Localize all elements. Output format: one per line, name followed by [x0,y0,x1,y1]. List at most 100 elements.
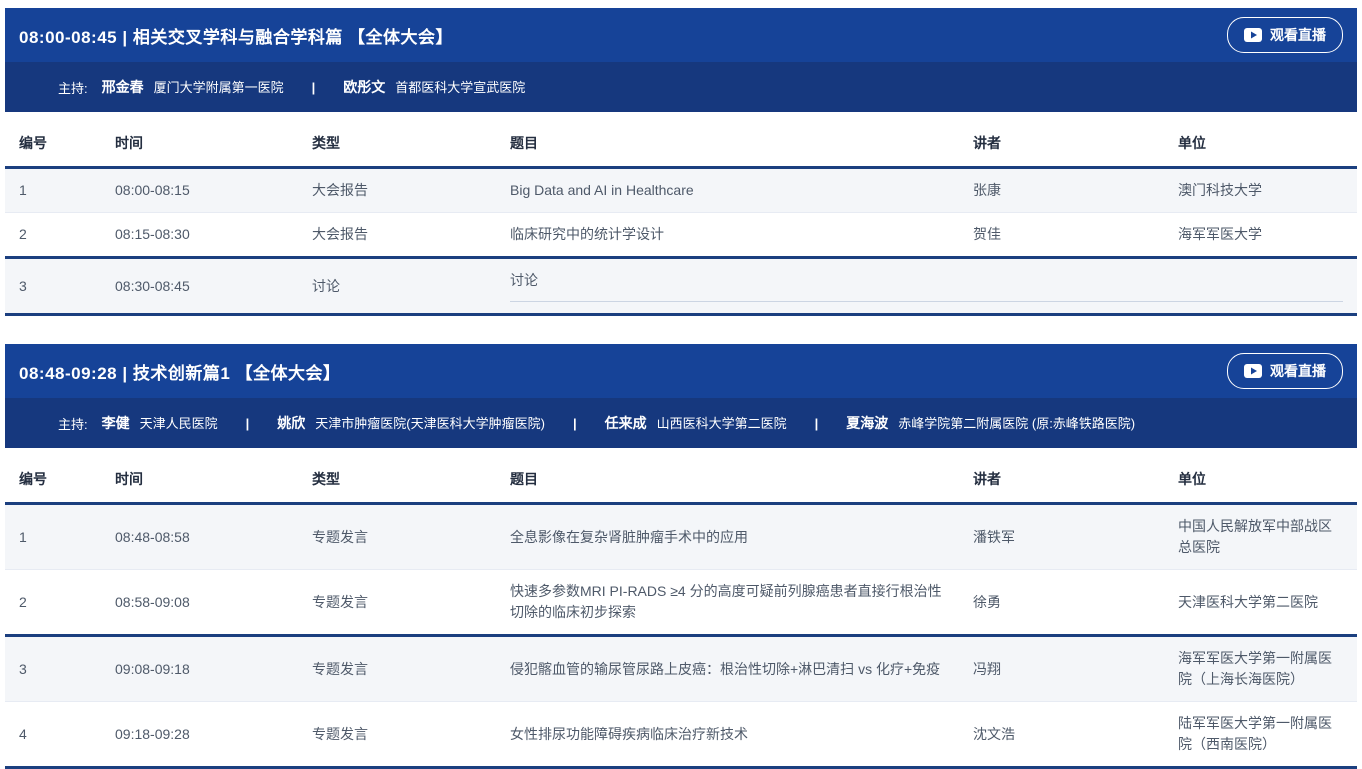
moderator: 邢金春厦门大学附属第一医院 [102,77,284,97]
column-header: 类型 [298,118,496,168]
cell-unit: 中国人民解放军中部战区总医院 [1164,504,1357,570]
cell-speaker: 冯翔 [959,636,1164,702]
session-block: 08:00-08:45 | 相关交叉学科与融合学科篇 【全体大会】 观看直播 主… [5,8,1357,316]
moderator: 李健天津人民医院 [102,413,218,433]
column-header: 时间 [101,454,298,504]
session-title: 08:00-08:45 | 相关交叉学科与融合学科篇 【全体大会】 [19,23,453,48]
play-icon [1244,364,1262,378]
moderator: 欧彤文首都医科大学宣武医院 [343,77,525,97]
moderator: 夏海波赤峰学院第二附属医院 (原:赤峰铁路医院) [846,413,1135,433]
session-header: 08:00-08:45 | 相关交叉学科与融合学科篇 【全体大会】 观看直播 [5,8,1357,62]
moderator-affiliation: 山西医科大学第二医院 [657,413,787,432]
moderator-name: 任来成 [605,413,647,433]
moderator-affiliation: 首都医科大学宣武医院 [395,77,525,96]
agenda-row: 108:00-08:15大会报告Big Data and AI in Healt… [5,168,1357,213]
moderator-separator: | [815,416,819,431]
moderator-name: 李健 [102,413,130,433]
conference-schedule-page: 08:00-08:45 | 相关交叉学科与融合学科篇 【全体大会】 观看直播 主… [0,0,1362,769]
cell-title: 全息影像在复杂肾脏肿瘤手术中的应用 [496,504,959,570]
moderator: 任来成山西医科大学第二医院 [605,413,787,433]
moderator-bar: 主持: 李健天津人民医院 | 姚欣天津市肿瘤医院(天津医科大学肿瘤医院) | 任来成山西… [5,398,1357,448]
moderator-name: 欧彤文 [343,77,385,97]
cell-unit: 海军军医大学 [1164,213,1357,258]
moderator-separator: | [246,416,250,431]
cell-type: 专题发言 [298,702,496,768]
cell-time: 08:48-08:58 [101,504,298,570]
column-header: 类型 [298,454,496,504]
session-table: 编号时间类型题目讲者单位 108:00-08:15大会报告Big Data an… [5,118,1357,316]
column-header: 题目 [496,454,959,504]
moderator-separator: | [312,80,316,95]
session-block: 08:48-09:28 | 技术创新篇1 【全体大会】 观看直播 主持: 李健天… [5,344,1357,769]
cell-speaker: 沈文浩 [959,702,1164,768]
cell-title: 女性排尿功能障碍疾病临床治疗新技术 [496,702,959,768]
cell-time: 08:58-09:08 [101,570,298,636]
agenda-row: 208:58-09:08专题发言快速多参数MRI PI-RADS ≥4 分的高度… [5,570,1357,636]
cell-discussion: 讨论 [496,258,1357,315]
cell-type: 大会报告 [298,168,496,213]
cell-speaker: 张康 [959,168,1164,213]
cell-number: 1 [5,168,101,213]
cell-speaker: 贺佳 [959,213,1164,258]
cell-title: Big Data and AI in Healthcare [496,168,959,213]
cell-unit: 海军军医大学第一附属医院（上海长海医院） [1164,636,1357,702]
moderator-affiliation: 赤峰学院第二附属医院 (原:赤峰铁路医院) [898,413,1135,432]
column-header: 时间 [101,118,298,168]
session-header: 08:48-09:28 | 技术创新篇1 【全体大会】 观看直播 [5,344,1357,398]
moderator-name: 邢金春 [102,77,144,97]
moderator-prefix-label: 主持: [58,414,88,433]
agenda-row: 308:30-08:45讨论讨论 [5,258,1357,315]
cell-unit: 天津医科大学第二医院 [1164,570,1357,636]
watch-live-label: 观看直播 [1270,25,1326,45]
watch-live-label: 观看直播 [1270,361,1326,381]
discussion-text: 讨论 [510,270,1343,302]
cell-type: 讨论 [298,258,496,315]
cell-type: 专题发言 [298,504,496,570]
cell-time: 09:18-09:28 [101,702,298,768]
cell-type: 大会报告 [298,213,496,258]
column-header: 讲者 [959,454,1164,504]
moderator-name: 夏海波 [846,413,888,433]
agenda-row: 309:08-09:18专题发言侵犯髂血管的输尿管尿路上皮癌：根治性切除+淋巴清… [5,636,1357,702]
session-title: 08:48-09:28 | 技术创新篇1 【全体大会】 [19,359,341,384]
cell-number: 2 [5,213,101,258]
cell-unit: 陆军军医大学第一附属医院（西南医院） [1164,702,1357,768]
session-table: 编号时间类型题目讲者单位 108:48-08:58专题发言全息影像在复杂肾脏肿瘤… [5,454,1357,769]
column-header: 编号 [5,454,101,504]
cell-time: 08:15-08:30 [101,213,298,258]
play-icon [1244,28,1262,42]
moderator-list: 李健天津人民医院 | 姚欣天津市肿瘤医院(天津医科大学肿瘤医院) | 任来成山西医科大学… [102,413,1136,433]
moderator: 姚欣天津市肿瘤医院(天津医科大学肿瘤医院) [277,413,545,433]
cell-time: 08:30-08:45 [101,258,298,315]
moderator-affiliation: 天津市肿瘤医院(天津医科大学肿瘤医院) [315,413,545,432]
cell-speaker: 徐勇 [959,570,1164,636]
column-header: 单位 [1164,118,1357,168]
cell-speaker: 潘铁军 [959,504,1164,570]
column-header: 讲者 [959,118,1164,168]
cell-number: 4 [5,702,101,768]
watch-live-button[interactable]: 观看直播 [1227,353,1343,389]
watch-live-button[interactable]: 观看直播 [1227,17,1343,53]
moderator-affiliation: 厦门大学附属第一医院 [154,77,284,96]
cell-title: 快速多参数MRI PI-RADS ≥4 分的高度可疑前列腺癌患者直接行根治性切除… [496,570,959,636]
cell-number: 3 [5,636,101,702]
cell-title: 临床研究中的统计学设计 [496,213,959,258]
moderator-separator: | [573,416,577,431]
cell-type: 专题发言 [298,570,496,636]
column-header: 编号 [5,118,101,168]
table-header-row: 编号时间类型题目讲者单位 [5,454,1357,504]
cell-title: 侵犯髂血管的输尿管尿路上皮癌：根治性切除+淋巴清扫 vs 化疗+免疫 [496,636,959,702]
cell-type: 专题发言 [298,636,496,702]
moderator-list: 邢金春厦门大学附属第一医院 | 欧彤文首都医科大学宣武医院 [102,77,526,97]
cell-number: 2 [5,570,101,636]
moderator-affiliation: 天津人民医院 [140,413,218,432]
cell-unit: 澳门科技大学 [1164,168,1357,213]
table-header-row: 编号时间类型题目讲者单位 [5,118,1357,168]
moderator-bar: 主持: 邢金春厦门大学附属第一医院 | 欧彤文首都医科大学宣武医院 [5,62,1357,112]
moderator-prefix-label: 主持: [58,78,88,97]
cell-number: 1 [5,504,101,570]
column-header: 题目 [496,118,959,168]
moderator-name: 姚欣 [277,413,305,433]
agenda-row: 409:18-09:28专题发言女性排尿功能障碍疾病临床治疗新技术沈文浩陆军军医… [5,702,1357,768]
cell-number: 3 [5,258,101,315]
